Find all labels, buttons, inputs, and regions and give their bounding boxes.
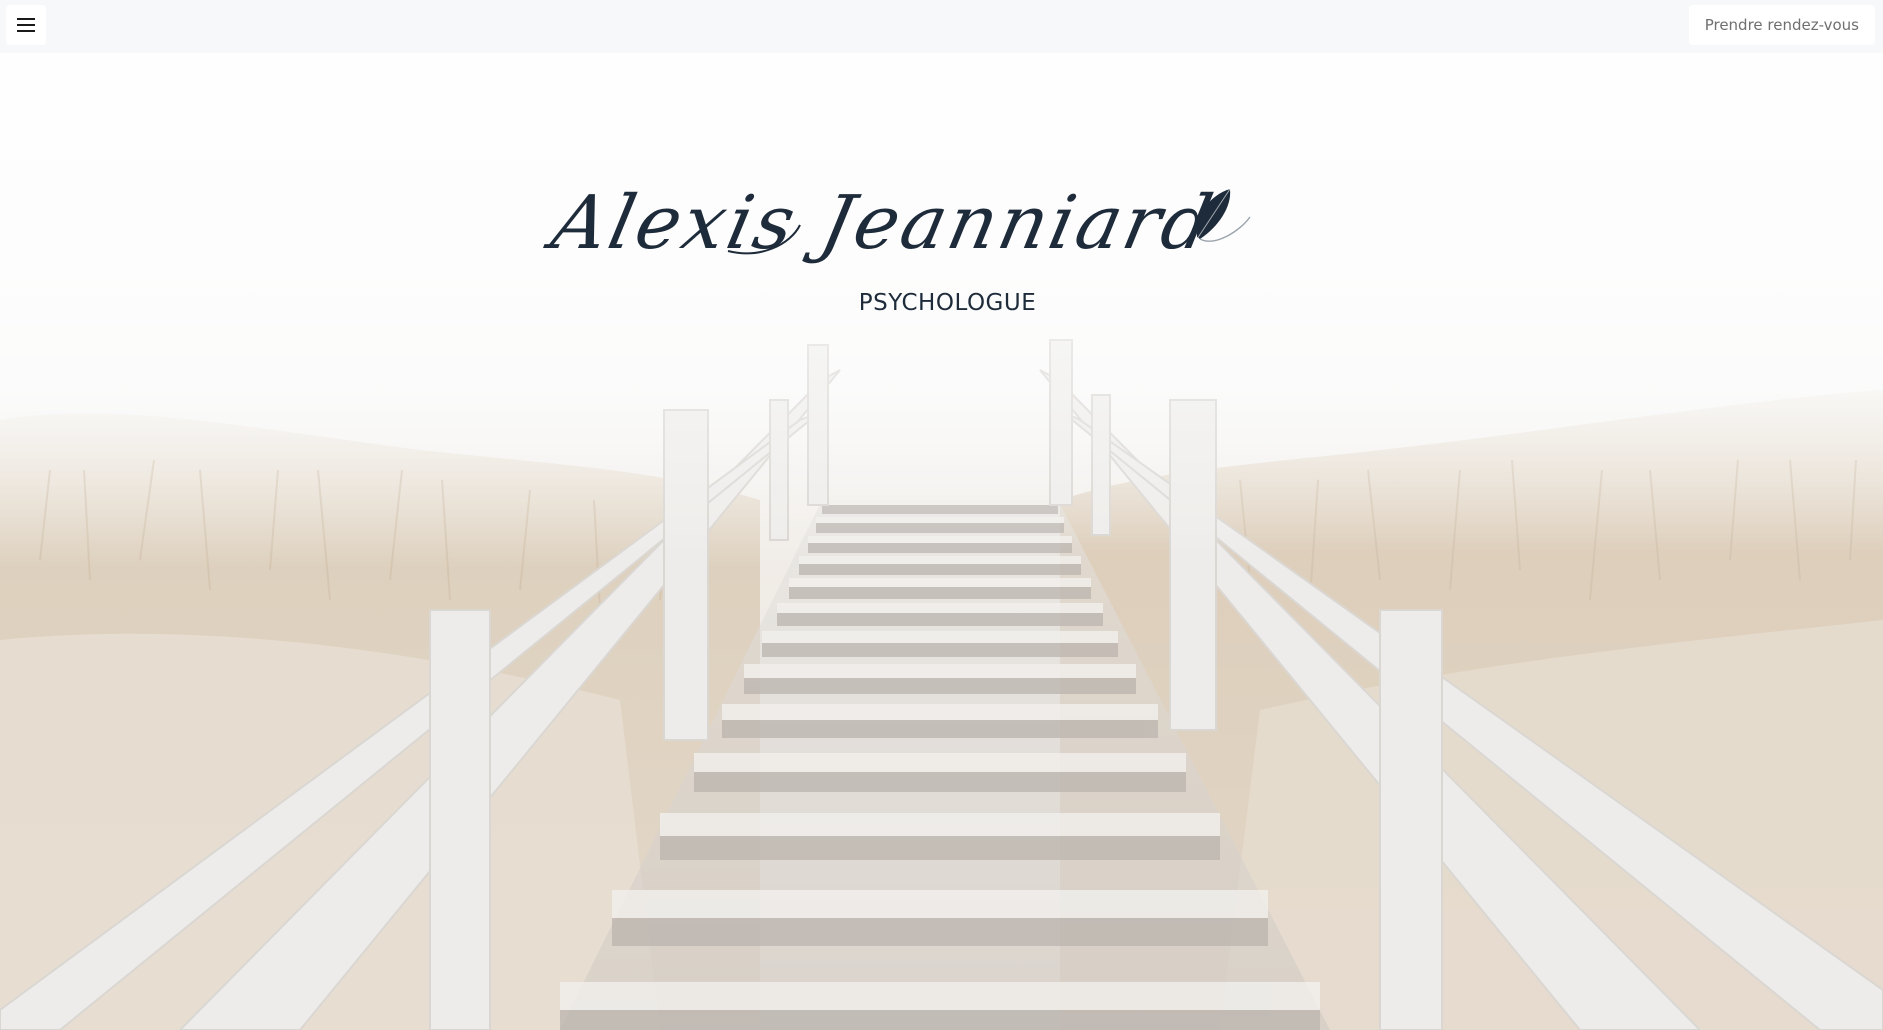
brand-name: Alexis Jeanniard [539,180,1222,266]
brand-logo: Alexis Jeanniard [0,155,1883,285]
book-appointment-button[interactable]: Prendre rendez-vous [1688,5,1875,45]
profession-subtitle: PSYCHOLOGUE [858,290,1037,316]
menu-button[interactable] [6,5,46,45]
top-bar: Prendre rendez-vous [0,0,1883,53]
page: Prendre rendez-vous Alexis Jeanniard PSY… [0,0,1883,1030]
hamburger-icon [17,18,35,32]
